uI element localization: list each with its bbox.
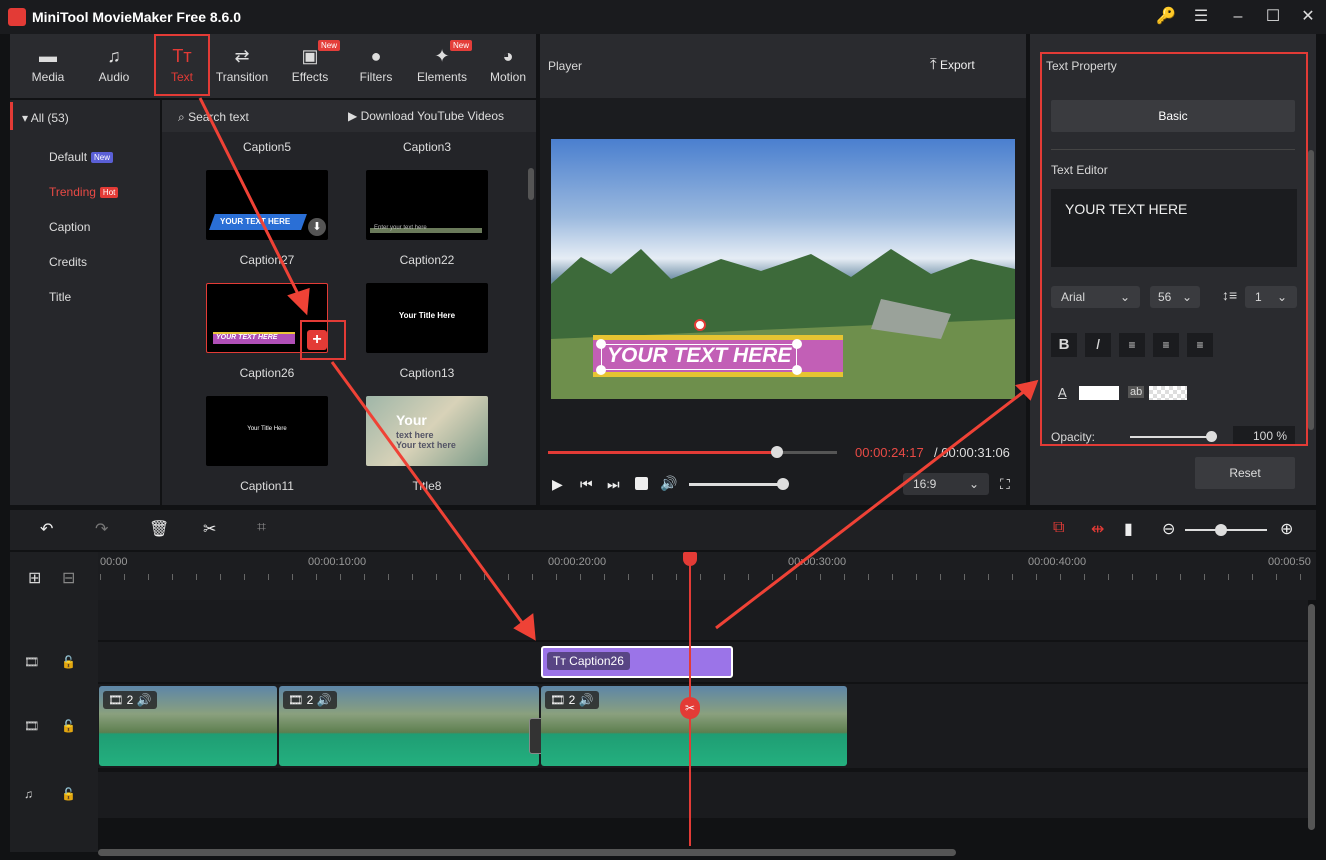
arrow-text-to-caption: [198, 97, 302, 299]
arrow-clip-to-properties: [715, 388, 1027, 630]
arrowhead: [287, 287, 310, 316]
arrow-caption-to-timeline: [330, 361, 528, 629]
annotation-arrows: [198, 97, 1039, 641]
